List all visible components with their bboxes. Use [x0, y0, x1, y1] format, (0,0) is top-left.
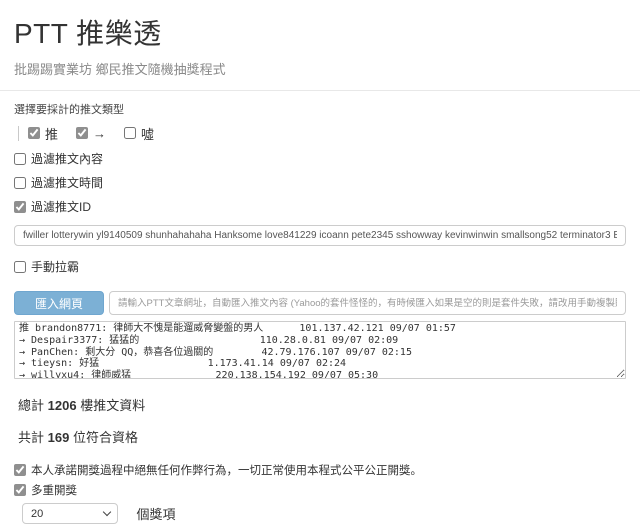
comments-textarea[interactable]: 推 brandon8771: 律師大不愧是能遛威脅變盤的男人 101.137.4… — [14, 321, 626, 379]
total-label: 總計 — [18, 398, 44, 413]
page-subtitle: 批踢踢實業坊 鄉民推文隨機抽獎程式 — [14, 59, 626, 78]
multi-draw-checkbox[interactable] — [14, 484, 26, 496]
pledge-label: 本人承諾開獎過程中絕無任何作弊行為，一切正常使用本程式公平公正開獎。 — [31, 462, 422, 478]
filter-content-label: 過濾推文內容 — [31, 150, 103, 167]
filter-time-row: 過濾推文時間 — [14, 174, 626, 191]
filter-content-row: 過濾推文內容 — [14, 150, 626, 167]
header-divider — [0, 90, 640, 91]
boo-checkbox[interactable] — [124, 127, 136, 139]
push-type-option-tui: 推 — [28, 124, 58, 143]
vertical-divider — [18, 126, 19, 141]
multi-draw-row: 多重開獎 — [14, 482, 626, 498]
pledge-row: 本人承諾開獎過程中絕無任何作弊行為，一切正常使用本程式公平公正開獎。 — [14, 462, 626, 478]
filter-time-checkbox[interactable] — [14, 177, 26, 189]
boo-checkbox-label: 噓 — [141, 124, 154, 143]
multi-draw-label: 多重開獎 — [31, 482, 77, 498]
filter-content-checkbox[interactable] — [14, 153, 26, 165]
arrow-checkbox[interactable] — [76, 127, 88, 139]
id-filter-input[interactable] — [14, 225, 626, 246]
push-type-options: 推 → 噓 — [18, 124, 626, 142]
filter-id-checkbox[interactable] — [14, 201, 26, 213]
prize-unit-label: 個獎項 — [136, 507, 175, 522]
import-url-button[interactable]: 匯入網頁 — [14, 291, 104, 315]
total-count: 1206 — [48, 398, 77, 413]
manual-slot-row: 手動拉霸 — [14, 258, 626, 275]
manual-slot-checkbox[interactable] — [14, 261, 26, 273]
page-title: PTT 推樂透 — [14, 12, 626, 52]
push-checkbox-label: 推 — [45, 124, 58, 143]
prize-count-select-wrap: 20 — [22, 503, 118, 524]
filter-id-row: 過濾推文ID — [14, 198, 626, 215]
import-group: 匯入網頁 — [14, 291, 626, 315]
total-comments-stat: 總計 1206 樓推文資料 — [18, 395, 626, 414]
qualified-unit: 位符合資格 — [73, 430, 138, 445]
qualified-label: 共計 — [18, 430, 44, 445]
arrow-checkbox-label: → — [93, 126, 106, 141]
prize-count-block: 20 個獎項 此選項可一次開出多位得獎者 — [14, 503, 626, 532]
filter-time-label: 過濾推文時間 — [31, 174, 103, 191]
push-checkbox[interactable] — [28, 127, 40, 139]
pledge-block: 本人承諾開獎過程中絕無任何作弊行為，一切正常使用本程式公平公正開獎。 多重開獎 … — [14, 462, 626, 532]
page: PTT 推樂透 批踢踢實業坊 鄉民推文隨機抽獎程式 選擇要採計的推文類型 推 →… — [0, 0, 640, 532]
filter-id-label: 過濾推文ID — [31, 198, 91, 215]
pledge-checkbox[interactable] — [14, 464, 26, 476]
qualified-count: 169 — [48, 430, 70, 445]
qualified-stat: 共計 169 位符合資格 — [18, 427, 626, 446]
prize-count-select[interactable]: 20 — [22, 503, 118, 524]
push-type-option-boo: 噓 — [124, 124, 154, 143]
total-unit: 樓推文資料 — [80, 398, 145, 413]
article-url-input[interactable] — [109, 291, 626, 315]
push-type-option-arrow: → — [76, 126, 106, 141]
manual-slot-label: 手動拉霸 — [31, 258, 79, 275]
push-type-label: 選擇要採計的推文類型 — [14, 101, 626, 117]
